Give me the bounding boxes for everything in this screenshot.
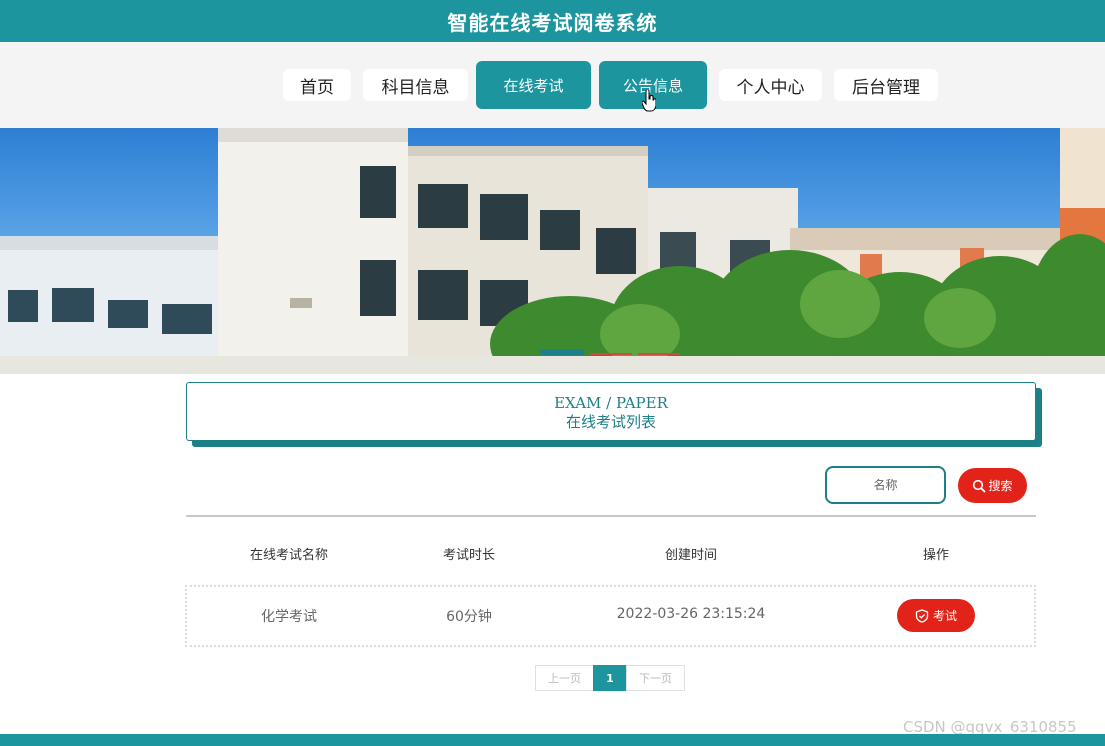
nav-item-home[interactable]: 首页 — [283, 69, 351, 101]
pagination-page-1[interactable]: 1 — [593, 665, 627, 691]
nav-item-admin[interactable]: 后台管理 — [834, 69, 938, 101]
app-title: 智能在线考试阅卷系统 — [447, 10, 658, 35]
divider — [186, 515, 1036, 517]
shield-check-icon — [915, 608, 929, 623]
nav-bar: 首页 科目信息 在线考试 公告信息 个人中心 后台管理 — [0, 42, 1105, 128]
carousel-dot-3[interactable] — [638, 353, 680, 355]
banner-carousel[interactable] — [0, 128, 1105, 374]
table-header-name: 在线考试名称 — [249, 548, 328, 563]
nav-item-personal-center[interactable]: 个人中心 — [719, 69, 822, 101]
take-exam-button-label: 考试 — [932, 609, 957, 623]
pagination-next[interactable]: 下一页 — [626, 665, 685, 691]
carousel-dot-2[interactable] — [590, 353, 632, 355]
carousel-dot-1[interactable] — [540, 349, 584, 355]
campus-building-image — [0, 128, 1105, 374]
nav-item-subject-info[interactable]: 科目信息 — [363, 69, 468, 101]
cell-exam-name: 化学考试 — [261, 609, 317, 625]
search-button[interactable]: 搜索 — [958, 468, 1027, 503]
take-exam-button[interactable]: 考试 — [897, 599, 975, 632]
search-button-label: 搜索 — [988, 479, 1013, 493]
search-input[interactable] — [825, 466, 946, 504]
hand-cursor-icon — [642, 90, 656, 112]
top-header: 智能在线考试阅卷系统 — [0, 0, 1105, 42]
search-icon — [973, 479, 986, 492]
section-title-cn: 在线考试列表 — [565, 413, 656, 431]
section-title-en: EXAM / PAPER — [554, 394, 668, 412]
footer-bar — [0, 734, 1105, 746]
cell-exam-duration: 60分钟 — [446, 609, 492, 625]
nav-item-online-exam[interactable]: 在线考试 — [476, 61, 591, 109]
table-header-created: 创建时间 — [664, 548, 717, 563]
table-header-action: 操作 — [922, 548, 949, 563]
pagination-prev[interactable]: 上一页 — [535, 665, 594, 691]
section-title-box: EXAM / PAPER 在线考试列表 — [186, 382, 1036, 441]
cell-created-time: 2022-03-26 23:15:24 — [616, 606, 766, 622]
table-header-duration: 考试时长 — [442, 548, 495, 563]
